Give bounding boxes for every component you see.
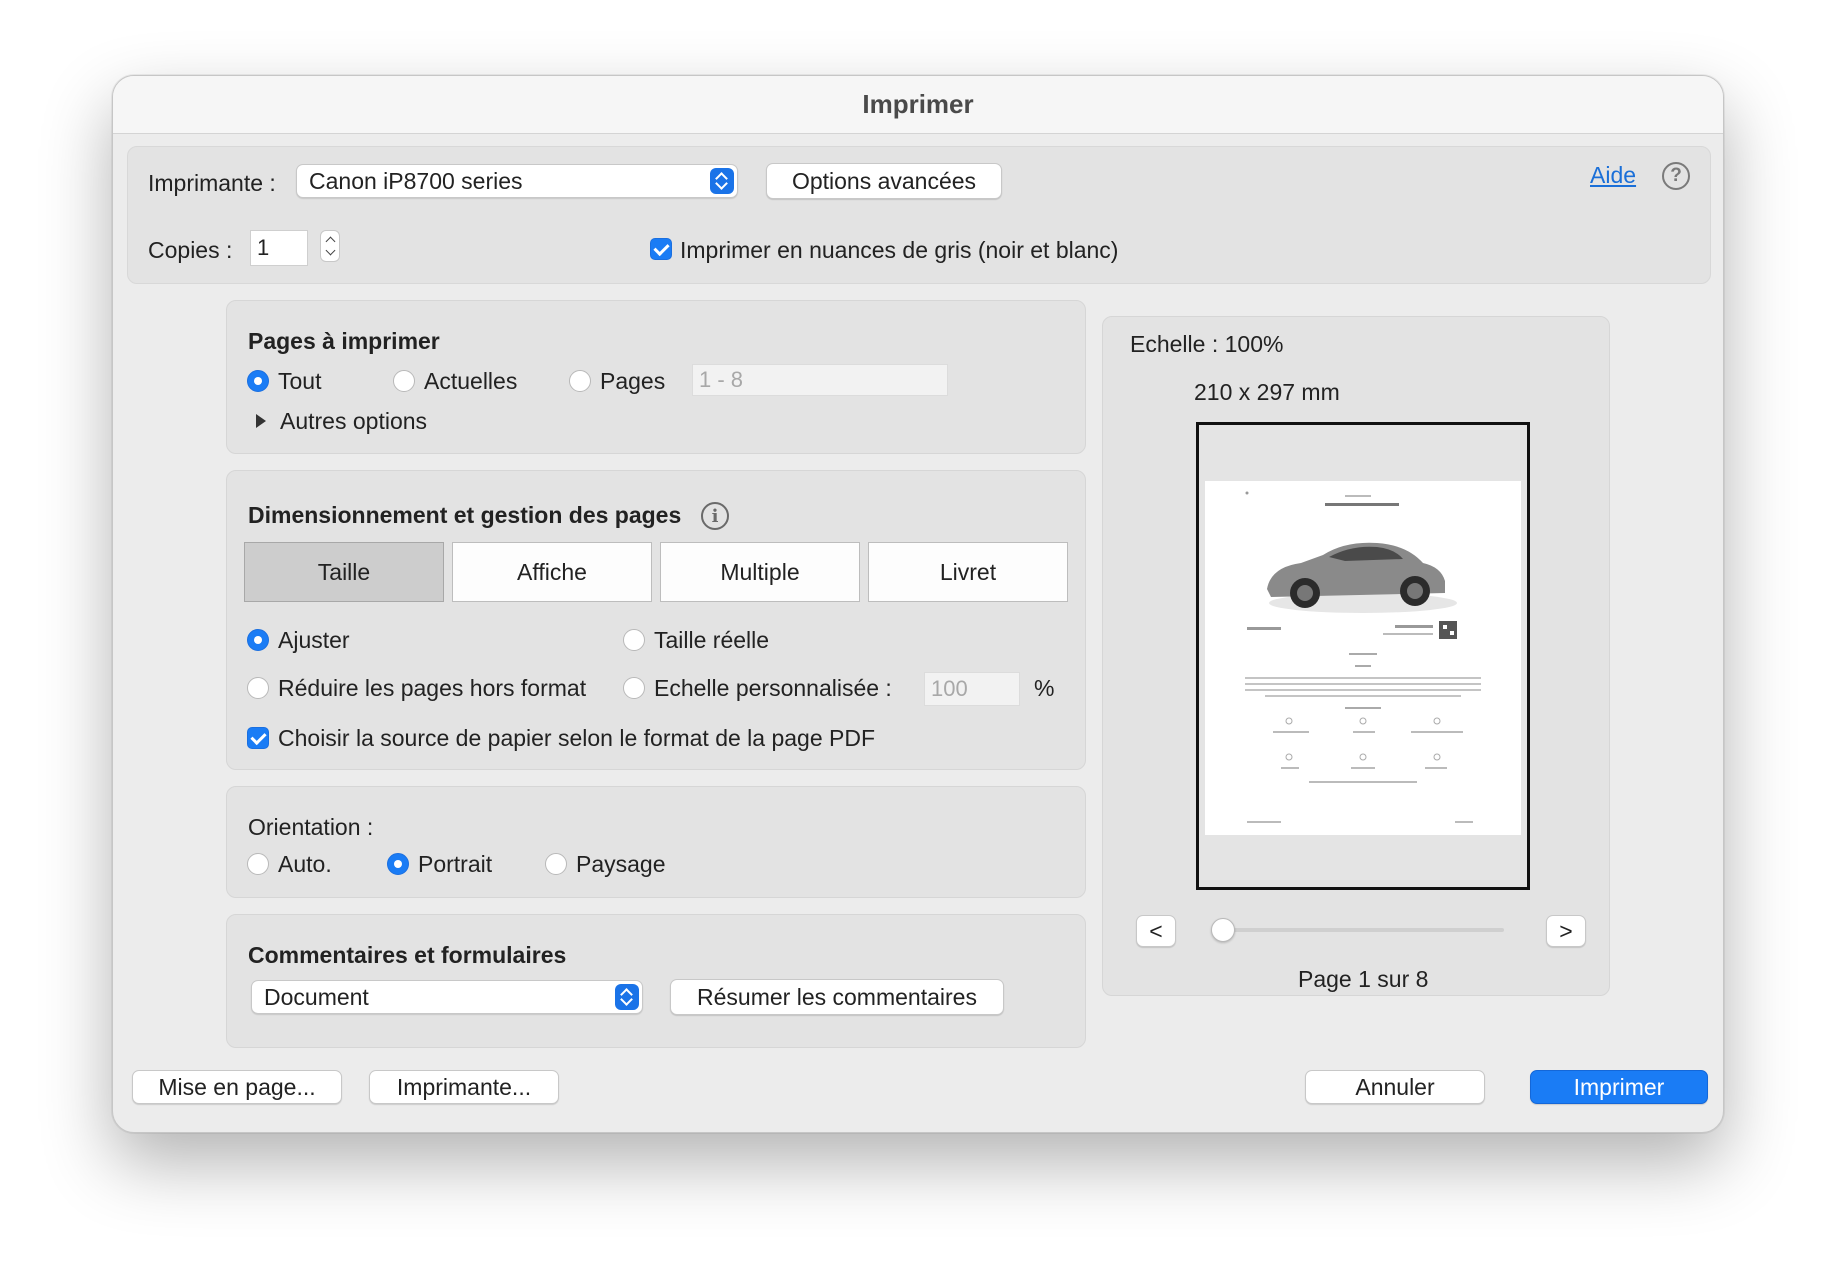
pages-range-input[interactable]: 1 - 8 xyxy=(692,364,948,396)
page-preview xyxy=(1196,422,1530,890)
fit-label: Ajuster xyxy=(278,627,350,653)
pages-all-radio[interactable] xyxy=(247,370,269,392)
help-icon[interactable]: ? xyxy=(1662,162,1690,190)
printer-select-value: Canon iP8700 series xyxy=(309,167,523,194)
preview-paper-size: 210 x 297 mm xyxy=(1194,379,1340,405)
printer-dialog-button[interactable]: Imprimante... xyxy=(369,1070,559,1104)
custom-scale-radio[interactable] xyxy=(623,677,645,699)
pages-current-radio[interactable] xyxy=(393,370,415,392)
pages-current-label: Actuelles xyxy=(424,368,518,394)
pages-range-label: Pages xyxy=(600,368,666,394)
orientation-landscape-label: Paysage xyxy=(576,851,666,877)
actual-size-label: Taille réelle xyxy=(654,627,770,653)
previous-page-button[interactable]: < xyxy=(1136,915,1176,947)
copies-label: Copies : xyxy=(148,237,233,263)
comments-group-title: Commentaires et formulaires xyxy=(248,942,567,968)
orientation-auto-radio[interactable] xyxy=(247,853,269,875)
preview-scale: Echelle : 100% xyxy=(1130,331,1284,357)
popup-arrows-icon xyxy=(615,984,639,1010)
fit-radio[interactable] xyxy=(247,629,269,651)
paper-source-label: Choisir la source de papier selon le for… xyxy=(278,725,876,751)
summarize-comments-button[interactable]: Résumer les commentaires xyxy=(670,979,1004,1015)
printer-select[interactable]: Canon iP8700 series xyxy=(296,164,738,198)
copies-stepper-icon[interactable] xyxy=(320,230,340,262)
page-indicator: Page 1 sur 8 xyxy=(1298,966,1429,992)
disclosure-triangle-icon[interactable] xyxy=(256,414,266,428)
page-slider-knob[interactable] xyxy=(1211,918,1235,942)
page-slider-track[interactable] xyxy=(1212,928,1504,932)
comments-select[interactable]: Document xyxy=(251,980,643,1014)
percent-label: % xyxy=(1034,675,1055,701)
orientation-label: Orientation : xyxy=(248,814,374,840)
tab-size[interactable]: Taille xyxy=(244,542,444,602)
printer-label: Imprimante : xyxy=(148,170,276,196)
orientation-landscape-radio[interactable] xyxy=(545,853,567,875)
shrink-label: Réduire les pages hors format xyxy=(278,675,587,701)
page-setup-button[interactable]: Mise en page... xyxy=(132,1070,342,1104)
orientation-group xyxy=(226,786,1086,898)
next-page-button[interactable]: > xyxy=(1546,915,1586,947)
tab-booklet[interactable]: Livret xyxy=(868,542,1068,602)
tab-multiple[interactable]: Multiple xyxy=(660,542,860,602)
orientation-portrait-label: Portrait xyxy=(418,851,493,877)
cancel-button[interactable]: Annuler xyxy=(1305,1070,1485,1104)
window-title: Imprimer xyxy=(113,76,1723,134)
pages-range-radio[interactable] xyxy=(569,370,591,392)
grayscale-label: Imprimer en nuances de gris (noir et bla… xyxy=(680,237,1119,263)
orientation-portrait-radio[interactable] xyxy=(387,853,409,875)
shrink-radio[interactable] xyxy=(247,677,269,699)
custom-scale-label: Echelle personnalisée : xyxy=(654,675,892,701)
sizing-group-title: Dimensionnement et gestion des pages xyxy=(248,502,682,528)
tab-poster[interactable]: Affiche xyxy=(452,542,652,602)
custom-scale-input[interactable]: 100 xyxy=(924,672,1020,706)
comments-select-value: Document xyxy=(264,983,369,1010)
help-link[interactable]: Aide xyxy=(1590,162,1636,189)
preview-page-content xyxy=(1205,481,1521,835)
pages-all-label: Tout xyxy=(278,368,322,394)
more-options-label[interactable]: Autres options xyxy=(280,408,427,435)
orientation-auto-label: Auto. xyxy=(278,851,332,877)
info-icon[interactable]: i xyxy=(701,502,729,530)
popup-arrows-icon xyxy=(710,168,734,194)
copies-input[interactable]: 1 xyxy=(250,230,308,266)
actual-size-radio[interactable] xyxy=(623,629,645,651)
grayscale-checkbox[interactable] xyxy=(650,238,672,260)
pages-group-title: Pages à imprimer xyxy=(248,328,440,354)
document-thumbnail-icon xyxy=(1245,491,1481,823)
paper-source-checkbox[interactable] xyxy=(247,727,269,749)
advanced-options-button[interactable]: Options avancées xyxy=(766,163,1002,199)
print-button[interactable]: Imprimer xyxy=(1530,1070,1708,1104)
